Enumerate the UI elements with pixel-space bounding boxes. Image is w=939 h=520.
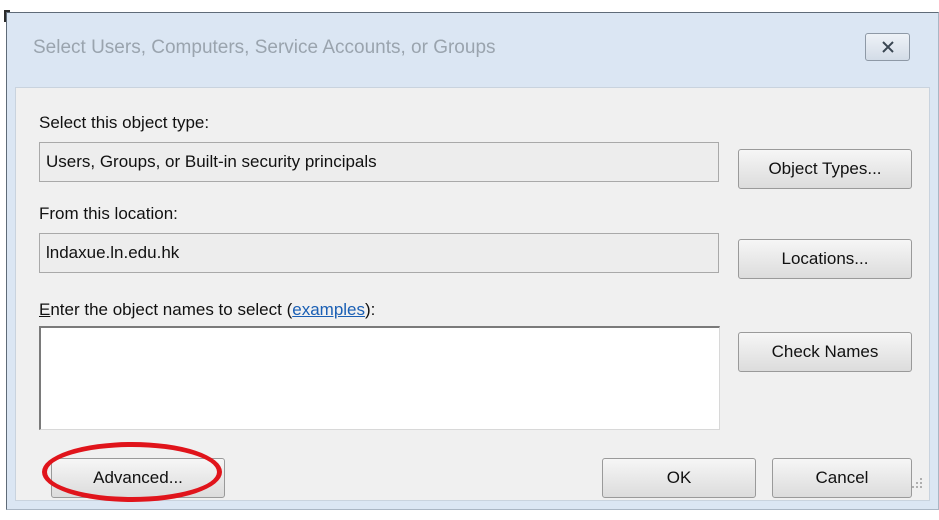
screen: Select Users, Computers, Service Account… <box>0 0 939 520</box>
cancel-button[interactable]: Cancel <box>772 458 912 498</box>
object-names-label-end: ): <box>365 300 376 319</box>
resize-grip-icon[interactable] <box>911 476 923 494</box>
object-type-label: Select this object type: <box>39 113 210 132</box>
close-button[interactable] <box>865 33 910 61</box>
object-names-label-accesskey: E <box>39 300 51 319</box>
ok-button[interactable]: OK <box>602 458 756 498</box>
object-names-label: Enter the object names to select (exampl… <box>39 300 375 320</box>
location-label: From this location: <box>39 204 178 223</box>
object-type-field: Users, Groups, or Built-in security prin… <box>39 142 719 182</box>
examples-link[interactable]: examples <box>292 300 365 319</box>
location-field: lndaxue.ln.edu.hk <box>39 233 719 273</box>
close-icon <box>881 41 895 53</box>
dialog-body: Select this object type: Users, Groups, … <box>15 87 930 501</box>
locations-button[interactable]: Locations... <box>738 239 912 279</box>
dialog-window: Select Users, Computers, Service Account… <box>6 12 939 510</box>
title-bar[interactable]: Select Users, Computers, Service Account… <box>7 13 938 87</box>
window-title: Select Users, Computers, Service Account… <box>33 37 496 58</box>
object-names-input[interactable] <box>39 326 720 430</box>
check-names-button[interactable]: Check Names <box>738 332 912 372</box>
object-names-label-text: nter the object names to select ( <box>50 300 293 319</box>
red-highlight-circle <box>42 442 222 502</box>
object-types-button[interactable]: Object Types... <box>738 149 912 189</box>
